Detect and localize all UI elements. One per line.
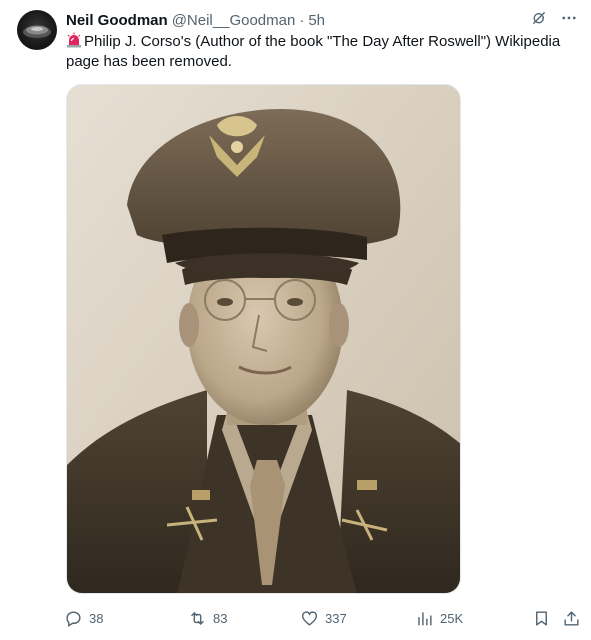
tweet-top-actions — [529, 8, 579, 28]
tweet[interactable]: Neil Goodman @Neil__Goodman · 5h Philip — [0, 0, 591, 640]
views-count: 25K — [440, 610, 464, 626]
tweet-timestamp[interactable]: 5h — [308, 12, 325, 29]
repost-count: 83 — [213, 610, 228, 626]
grok-icon[interactable] — [529, 8, 549, 28]
tweet-text-container: Philip J. Corso's (Author of the book "T… — [66, 32, 581, 72]
tweet-header: Neil Goodman @Neil__Goodman · 5h — [66, 10, 325, 30]
portrait-photo — [67, 85, 460, 593]
views-icon — [418, 611, 432, 626]
tweet-text: Philip J. Corso's (Author of the book "T… — [66, 33, 561, 70]
bookmark-icon — [536, 610, 547, 626]
author-avatar[interactable] — [17, 10, 57, 50]
tweet-actions: 38 83 337 25K — [60, 604, 585, 632]
reply-icon — [66, 610, 81, 627]
reply-button[interactable]: 38 — [64, 604, 103, 632]
views-button[interactable]: 25K — [415, 604, 463, 632]
avatar-image — [23, 25, 51, 38]
like-count: 337 — [325, 610, 347, 626]
siren-emoji-icon — [66, 32, 82, 48]
repost-button[interactable]: 83 — [188, 604, 227, 632]
share-icon — [564, 610, 579, 626]
share-button[interactable] — [562, 604, 581, 632]
author-handle[interactable]: @Neil__Goodman — [172, 12, 296, 29]
tweet-photo[interactable] — [66, 84, 461, 594]
reply-count: 38 — [89, 610, 104, 626]
more-options-icon[interactable] — [559, 8, 579, 28]
bookmark-button[interactable] — [532, 604, 551, 632]
like-button[interactable]: 337 — [300, 604, 347, 632]
heart-icon — [301, 611, 318, 626]
separator-dot: · — [299, 11, 305, 29]
repost-icon — [191, 611, 204, 625]
author-name[interactable]: Neil Goodman — [66, 12, 168, 29]
